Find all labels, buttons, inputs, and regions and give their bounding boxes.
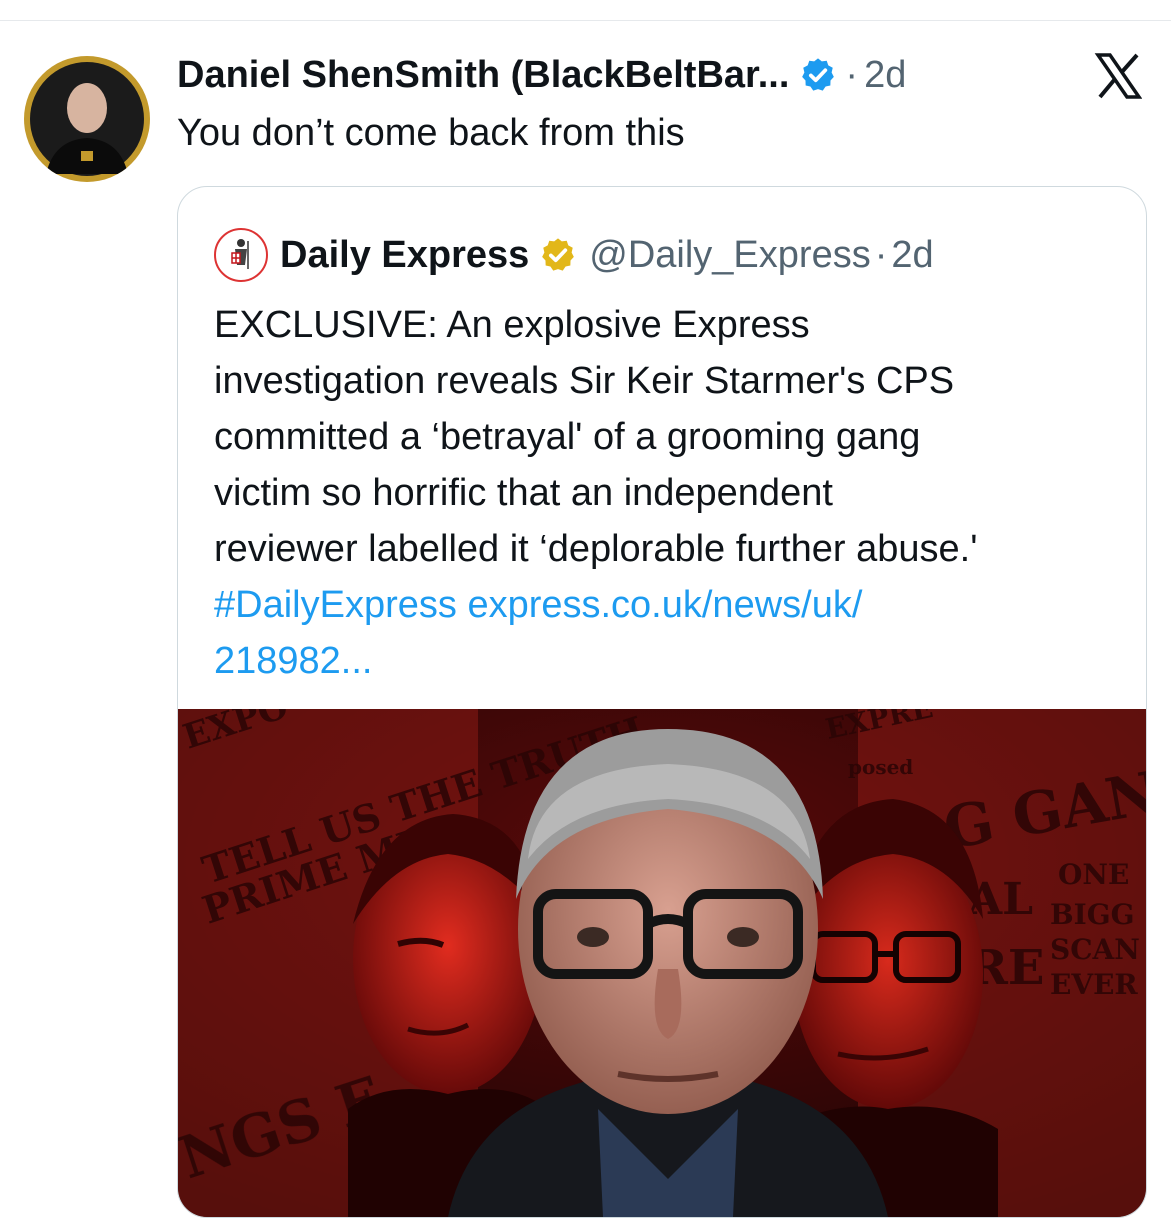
newspaper-small-3: SCAN [1050, 933, 1140, 966]
avatar[interactable] [24, 56, 150, 182]
quote-body-line: reviewer labelled it ‘deplorable further… [214, 528, 978, 570]
post-time[interactable]: 2d [864, 54, 906, 97]
newspaper-small-4: EVER [1050, 968, 1138, 1001]
quote-header: Daily Express @Daily_Express · 2d [214, 228, 934, 282]
quote-body-line: investigation reveals Sir Keir Starmer's… [214, 360, 955, 402]
quote-body-line: committed a ‘betrayal' of a grooming gan… [214, 416, 921, 458]
quote-body: EXCLUSIVE: An explosive Express investig… [214, 297, 1114, 689]
newspaper-small-1: ONE [1058, 858, 1129, 891]
hashtag-link[interactable]: #DailyExpress [214, 584, 457, 626]
post-text: You don’t come back from this [177, 112, 685, 154]
quote-body-line: EXCLUSIVE: An explosive Express [214, 304, 810, 346]
quote-avatar[interactable] [214, 228, 268, 282]
quote-separator: · [874, 233, 888, 276]
newspaper-small-2: BIGG [1050, 898, 1135, 931]
display-name[interactable]: Daniel ShenSmith (BlackBeltBar... [177, 54, 789, 97]
quote-time[interactable]: 2d [891, 234, 933, 277]
article-link[interactable]: express.co.uk/news/uk/ [467, 584, 862, 626]
quote-body-line: victim so horrific that an independent [214, 472, 833, 514]
verified-badge-gold-icon [539, 236, 577, 274]
newspaper-note: posed [848, 755, 913, 779]
quote-display-name[interactable]: Daily Express [280, 234, 529, 277]
top-divider [0, 20, 1171, 21]
x-logo-icon[interactable] [1094, 52, 1143, 100]
post-header: Daniel ShenSmith (BlackBeltBar... · 2d [177, 50, 906, 100]
quoted-post-card[interactable]: Daily Express @Daily_Express · 2d EXCLUS… [177, 186, 1147, 1218]
article-link-continued[interactable]: 218982... [214, 633, 1114, 689]
quote-handle[interactable]: @Daily_Express [589, 234, 870, 277]
post-separator: · [845, 53, 859, 96]
quote-media-image[interactable]: EXPO TELL US THE TRUTH PRIME MIN NGS F E… [178, 686, 1146, 1217]
verified-badge-icon [799, 56, 837, 94]
